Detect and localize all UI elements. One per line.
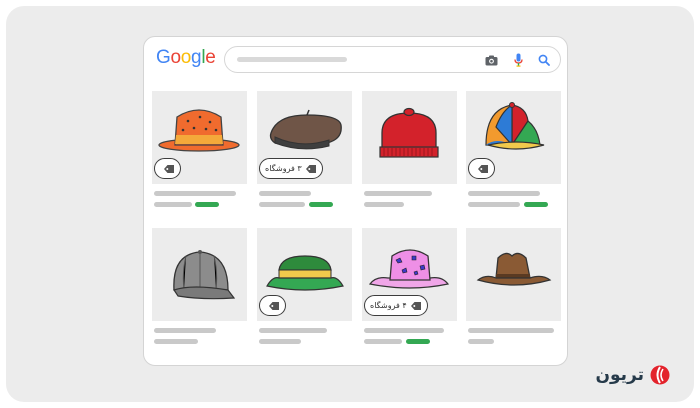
price-placeholder [524, 202, 548, 207]
title-placeholder [259, 191, 311, 196]
subtitle-placeholder [468, 202, 520, 207]
stores-badge[interactable] [154, 158, 181, 179]
microphone-icon[interactable] [509, 51, 527, 69]
title-placeholder [468, 328, 554, 333]
product-image[interactable] [466, 228, 561, 321]
title-placeholder [259, 328, 327, 333]
subtitle-placeholder [259, 339, 301, 344]
gray-baseball-cap-icon [173, 250, 236, 300]
stores-badge[interactable] [468, 158, 495, 179]
brand-logo: تریون [595, 365, 670, 385]
title-placeholder [364, 328, 444, 333]
google-logo[interactable]: Google [156, 47, 216, 69]
product-card[interactable]: ۴ فروشگاه [362, 228, 457, 351]
logo-letter: g [191, 47, 202, 68]
subtitle-placeholder [154, 339, 198, 344]
title-placeholder [364, 191, 432, 196]
logo-letter: e [205, 47, 216, 68]
product-card[interactable] [362, 91, 457, 214]
product-card[interactable]: ۳ فروشگاه [257, 91, 352, 214]
badge-label: ۴ فروشگاه [370, 301, 407, 310]
price-placeholder [406, 339, 430, 344]
product-image[interactable]: ۳ فروشگاه [257, 91, 352, 184]
logo-letter: G [156, 47, 171, 68]
product-image[interactable] [362, 91, 457, 184]
product-card[interactable] [466, 91, 561, 214]
price-placeholder [195, 202, 219, 207]
search-results-window: Google ۳ فروشگاه ۴ فروشگاه [143, 36, 568, 366]
tag-icon [305, 164, 316, 173]
red-beanie-icon [379, 107, 439, 158]
background-frame: Google ۳ فروشگاه ۴ فروشگاه [6, 6, 694, 402]
search-query-placeholder [237, 57, 347, 62]
logo-letter: o [180, 47, 192, 68]
tag-icon [269, 301, 279, 310]
brown-cowboy-hat-icon [476, 252, 552, 286]
subtitle-placeholder [468, 339, 494, 344]
subtitle-placeholder [364, 202, 404, 207]
price-placeholder [309, 202, 333, 207]
stores-badge[interactable] [259, 295, 286, 316]
logo-letter: o [170, 47, 181, 68]
search-input[interactable] [224, 46, 561, 73]
badge-label: ۳ فروشگاه [265, 164, 302, 173]
title-placeholder [154, 191, 236, 196]
product-card[interactable] [152, 91, 247, 214]
product-image[interactable]: ۴ فروشگاه [362, 228, 457, 321]
tag-icon [478, 164, 488, 173]
subtitle-placeholder [154, 202, 192, 207]
product-card[interactable] [152, 228, 247, 351]
brand-name: تریون [595, 365, 644, 385]
stores-badge[interactable]: ۳ فروشگاه [259, 158, 323, 179]
product-image[interactable] [152, 91, 247, 184]
tag-icon [164, 164, 174, 173]
title-placeholder [154, 328, 216, 333]
subtitle-placeholder [364, 339, 402, 344]
product-image[interactable] [257, 228, 352, 321]
product-card[interactable] [466, 228, 561, 351]
product-card[interactable] [257, 228, 352, 351]
title-placeholder [468, 191, 540, 196]
product-image[interactable] [152, 228, 247, 321]
tag-icon [410, 301, 421, 310]
product-image[interactable] [466, 91, 561, 184]
brand-mark-icon [650, 365, 670, 385]
search-icon[interactable] [535, 51, 553, 69]
stores-badge[interactable]: ۴ فروشگاه [364, 295, 428, 316]
camera-icon[interactable] [482, 51, 500, 69]
subtitle-placeholder [259, 202, 305, 207]
